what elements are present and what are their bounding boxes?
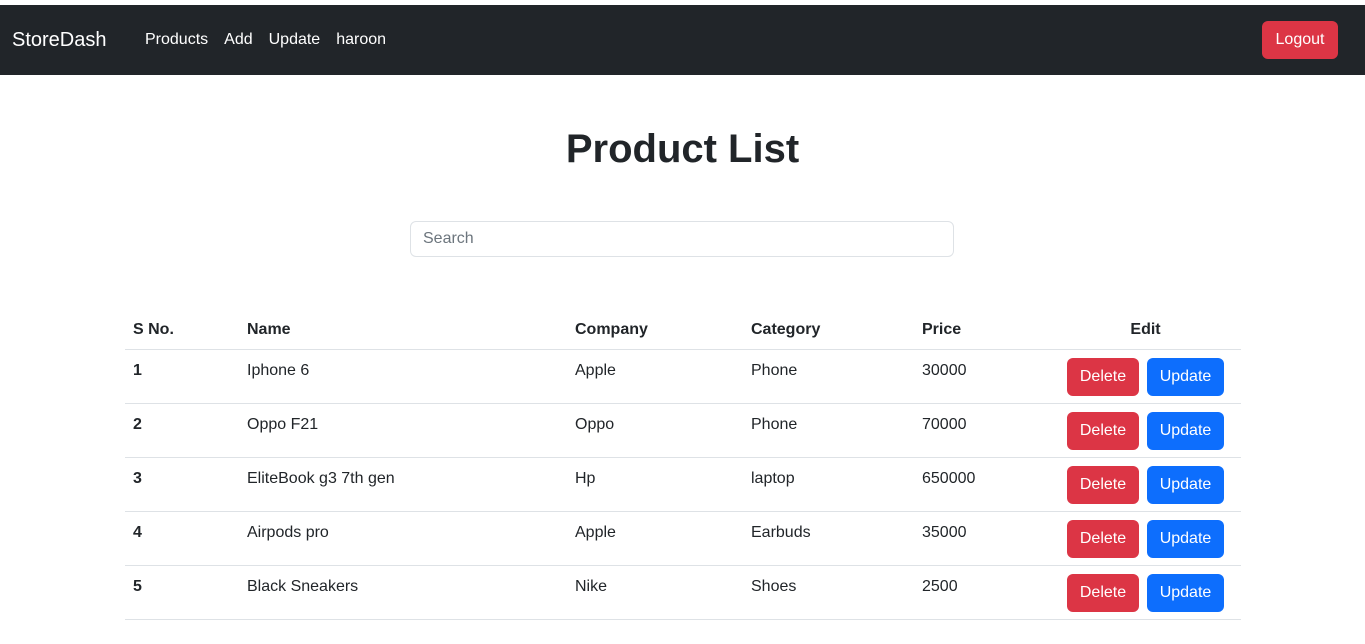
cell-actions: Delete Update <box>1050 349 1241 404</box>
cell-price: 2500 <box>914 565 1050 620</box>
cell-price: 30000 <box>914 349 1050 404</box>
logout-button[interactable]: Logout <box>1262 21 1338 59</box>
brand-link[interactable]: StoreDash <box>12 5 107 75</box>
table-header-row: S No. Name Company Category Price Edit <box>125 310 1241 350</box>
cell-price: 70000 <box>914 403 1050 458</box>
nav-link-products[interactable]: Products <box>145 5 208 75</box>
cell-name: Oppo F21 <box>239 403 567 458</box>
cell-actions: Delete Update <box>1050 457 1241 512</box>
table-row: 4 Airpods pro Apple Earbuds 35000 Delete… <box>125 511 1241 566</box>
search-input[interactable] <box>410 221 954 257</box>
nav-link-user[interactable]: haroon <box>336 5 386 75</box>
cell-actions: Delete Update <box>1050 565 1241 620</box>
cell-actions: Delete Update <box>1050 403 1241 458</box>
cell-category: Earbuds <box>743 511 914 566</box>
header-company: Company <box>567 310 743 350</box>
cell-name: Iphone 6 <box>239 349 567 404</box>
update-button[interactable]: Update <box>1147 412 1224 450</box>
cell-sno: 3 <box>125 457 239 512</box>
table-row: 1 Iphone 6 Apple Phone 30000 Delete Updat… <box>125 349 1241 404</box>
page-title: Product List <box>565 127 800 171</box>
cell-sno: 2 <box>125 403 239 458</box>
table-row: 3 EliteBook g3 7th gen Hp laptop 650000 … <box>125 457 1241 512</box>
update-button[interactable]: Update <box>1147 466 1224 504</box>
cell-company: Apple <box>567 349 743 404</box>
delete-button[interactable]: Delete <box>1067 412 1139 450</box>
cell-company: Oppo <box>567 403 743 458</box>
update-button[interactable]: Update <box>1147 358 1224 396</box>
table-row: 5 Black Sneakers Nike Shoes 2500 Delete U… <box>125 565 1241 620</box>
nav-link-add[interactable]: Add <box>224 5 252 75</box>
delete-button[interactable]: Delete <box>1067 358 1139 396</box>
cell-company: Hp <box>567 457 743 512</box>
header-sno: S No. <box>125 310 239 350</box>
cell-name: Black Sneakers <box>239 565 567 620</box>
cell-category: Shoes <box>743 565 914 620</box>
header-category: Category <box>743 310 914 350</box>
cell-company: Apple <box>567 511 743 566</box>
cell-name: EliteBook g3 7th gen <box>239 457 567 512</box>
cell-sno: 1 <box>125 349 239 404</box>
nav-link-update[interactable]: Update <box>269 5 321 75</box>
table-row: 2 Oppo F21 Oppo Phone 70000 Delete Update <box>125 403 1241 458</box>
header-name: Name <box>239 310 567 350</box>
cell-company: Nike <box>567 565 743 620</box>
product-table: S No. Name Company Category Price Edit 1… <box>125 310 1241 620</box>
nav-links: Products Add Update haroon <box>145 5 402 75</box>
delete-button[interactable]: Delete <box>1067 574 1139 612</box>
cell-actions: Delete Update <box>1050 511 1241 566</box>
cell-price: 35000 <box>914 511 1050 566</box>
cell-name: Airpods pro <box>239 511 567 566</box>
cell-category: Phone <box>743 403 914 458</box>
cell-sno: 5 <box>125 565 239 620</box>
delete-button[interactable]: Delete <box>1067 520 1139 558</box>
header-edit: Edit <box>1050 310 1241 350</box>
cell-category: laptop <box>743 457 914 512</box>
update-button[interactable]: Update <box>1147 520 1224 558</box>
cell-price: 650000 <box>914 457 1050 512</box>
header-price: Price <box>914 310 1050 350</box>
update-button[interactable]: Update <box>1147 574 1224 612</box>
cell-sno: 4 <box>125 511 239 566</box>
delete-button[interactable]: Delete <box>1067 466 1139 504</box>
navbar: StoreDash Products Add Update haroon Log… <box>0 5 1365 75</box>
cell-category: Phone <box>743 349 914 404</box>
